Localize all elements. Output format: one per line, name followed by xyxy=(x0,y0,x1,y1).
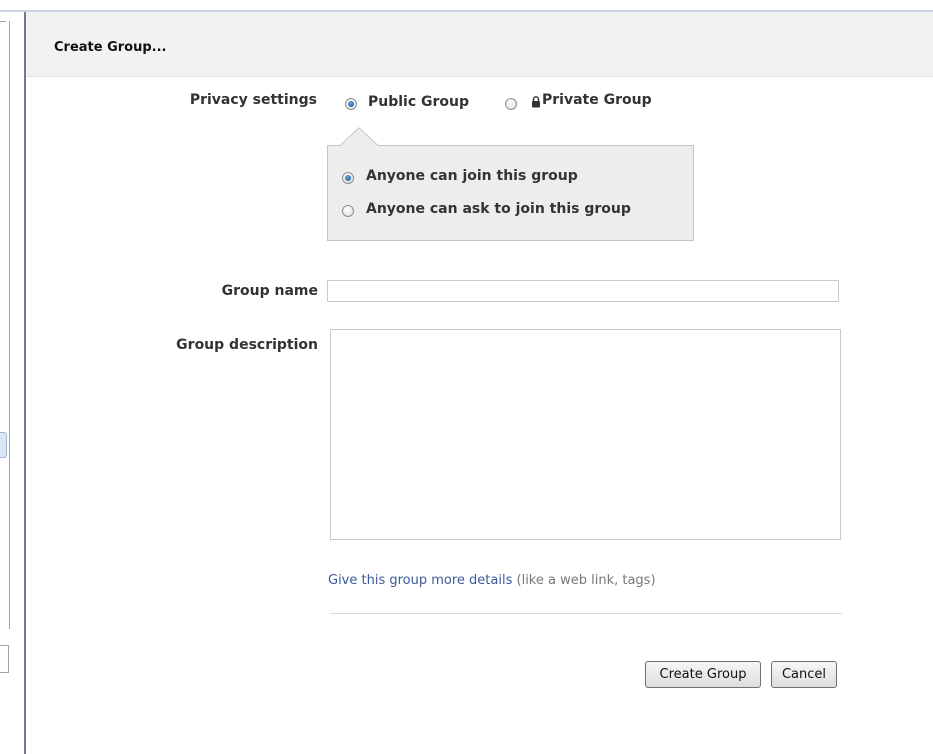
background-divider xyxy=(0,21,6,22)
background-divider-vertical xyxy=(9,21,10,629)
private-group-label[interactable]: Private Group xyxy=(542,92,652,108)
footer-divider xyxy=(330,613,842,614)
anyone-can-ask-label[interactable]: Anyone can ask to join this group xyxy=(366,201,631,217)
private-group-radio[interactable] xyxy=(505,98,517,110)
public-group-radio[interactable] xyxy=(345,98,357,110)
public-group-label[interactable]: Public Group xyxy=(368,94,469,110)
popup-pointer xyxy=(340,127,379,146)
anyone-can-ask-radio[interactable] xyxy=(342,205,354,217)
create-group-button[interactable]: Create Group xyxy=(645,661,761,688)
more-details-row: Give this group more details (like a web… xyxy=(328,573,656,588)
privacy-settings-label: Privacy settings xyxy=(189,92,317,108)
more-details-link[interactable]: Give this group more details xyxy=(328,573,512,588)
anyone-can-join-label[interactable]: Anyone can join this group xyxy=(366,168,578,184)
lock-icon xyxy=(532,96,540,108)
dialog-left-border xyxy=(24,12,26,754)
group-name-input[interactable] xyxy=(327,280,839,302)
background-box xyxy=(0,645,9,673)
cancel-button[interactable]: Cancel xyxy=(771,661,837,688)
group-description-label: Group description xyxy=(176,337,318,353)
dialog-title: Create Group... xyxy=(54,40,167,55)
group-description-textarea[interactable] xyxy=(330,329,841,540)
more-details-hint: (like a web link, tags) xyxy=(512,573,656,588)
anyone-can-join-radio[interactable] xyxy=(342,172,354,184)
group-name-label: Group name xyxy=(221,283,318,299)
background-tab-handle xyxy=(0,432,7,458)
public-options-popup xyxy=(327,145,694,241)
